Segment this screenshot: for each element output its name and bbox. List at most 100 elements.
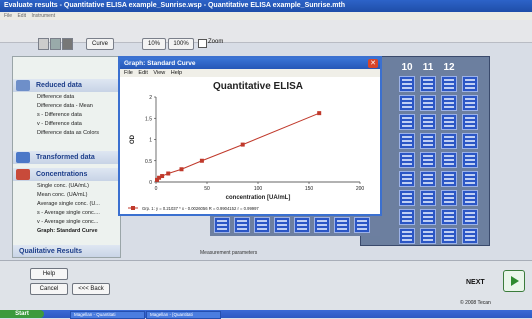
y-tick-label: 2 <box>149 95 152 101</box>
plate-well[interactable] <box>399 171 415 187</box>
start-button[interactable]: Start <box>0 310 44 318</box>
nav-item-single-conc[interactable]: Single conc. (UA/mL) <box>37 183 89 189</box>
plate-well[interactable] <box>354 217 370 233</box>
measurement-parameters-label: Measurement parameters <box>200 250 258 256</box>
window-title: Evaluate results - Quantitative ELISA ex… <box>4 2 346 9</box>
plate-well[interactable] <box>462 171 478 187</box>
menu-edit[interactable]: Edit <box>17 13 26 19</box>
toolbar-square-3[interactable] <box>62 38 73 50</box>
qualitative-results-label: Qualitative Results <box>19 248 83 255</box>
plate-well[interactable] <box>314 217 330 233</box>
concentrations-header[interactable]: Concentrations <box>13 168 120 181</box>
graph-menu-file[interactable]: File <box>124 70 133 76</box>
next-button[interactable] <box>503 270 525 292</box>
plate-well[interactable] <box>294 217 310 233</box>
plate-well[interactable] <box>334 217 350 233</box>
plate-well[interactable] <box>441 95 457 111</box>
back-button[interactable]: <<< Back <box>72 283 110 295</box>
plate-well[interactable] <box>399 152 415 168</box>
nav-item-difference-mean[interactable]: Difference data - Mean <box>37 103 93 109</box>
plate-well[interactable] <box>462 114 478 130</box>
plate-well[interactable] <box>399 95 415 111</box>
close-icon[interactable]: ✕ <box>368 59 378 68</box>
plate-well[interactable] <box>420 95 436 111</box>
play-arrow-icon <box>511 276 519 286</box>
menu-file[interactable]: File <box>4 13 12 19</box>
cancel-button[interactable]: Cancel <box>30 283 68 295</box>
zoom-checkbox[interactable] <box>198 39 207 48</box>
plate-well[interactable] <box>441 114 457 130</box>
menu-instrument[interactable]: Instrument <box>31 13 55 19</box>
y-tick-label: 1 <box>149 138 152 144</box>
next-label: NEXT <box>466 279 485 286</box>
plate-well[interactable] <box>399 209 415 225</box>
toolbar-square-1[interactable] <box>38 38 49 50</box>
plate-well[interactable] <box>234 217 250 233</box>
plate-well[interactable] <box>420 114 436 130</box>
plate-well[interactable] <box>420 228 436 244</box>
x-tick-label: 0 <box>155 186 158 192</box>
graph-menu-bar: File Edit View Help <box>120 69 380 77</box>
zoom-10-button[interactable]: 10% <box>142 38 166 50</box>
plate-well[interactable] <box>462 133 478 149</box>
plate-well[interactable] <box>399 190 415 206</box>
plate-well[interactable] <box>420 76 436 92</box>
y-tick-label: 0 <box>149 180 152 186</box>
plate-well[interactable] <box>420 209 436 225</box>
plate-well[interactable] <box>399 76 415 92</box>
plate-well[interactable] <box>441 171 457 187</box>
plate-well[interactable] <box>420 171 436 187</box>
nav-item-v-average[interactable]: v - Average single conc... <box>37 219 98 225</box>
plate-well[interactable] <box>462 190 478 206</box>
plate-well[interactable] <box>441 209 457 225</box>
toolbar-square-2[interactable] <box>50 38 61 50</box>
plate-well[interactable] <box>420 152 436 168</box>
nav-item-average-single-conc[interactable]: Average single conc. (U... <box>37 201 100 207</box>
nav-item-mean-conc[interactable]: Mean conc. (UA/mL) <box>37 192 87 198</box>
nav-item-s-difference[interactable]: s - Difference data <box>37 112 82 118</box>
plate-well[interactable] <box>441 133 457 149</box>
plate-well[interactable] <box>462 209 478 225</box>
zoom-100-button[interactable]: 100% <box>168 38 194 50</box>
plate-well[interactable] <box>420 133 436 149</box>
reduced-data-header[interactable]: Reduced data <box>13 79 120 92</box>
plate-well[interactable] <box>274 217 290 233</box>
plate-well[interactable] <box>441 76 457 92</box>
plate-well[interactable] <box>462 76 478 92</box>
plate-well[interactable] <box>441 228 457 244</box>
plate-well[interactable] <box>420 190 436 206</box>
copyright-text: © 2008 Tecan <box>460 300 491 306</box>
nav-item-v-difference[interactable]: v - Difference data <box>37 121 82 127</box>
graph-menu-help[interactable]: Help <box>171 70 182 76</box>
plate-well[interactable] <box>462 95 478 111</box>
y-axis-label: OD <box>130 134 136 144</box>
plate-well[interactable] <box>399 228 415 244</box>
plate-well[interactable] <box>441 152 457 168</box>
toolbar: Curve 10% 100% Zoom <box>0 20 532 50</box>
reduced-data-label: Reduced data <box>36 82 82 89</box>
data-point <box>160 174 165 179</box>
nav-item-difference-colors[interactable]: Difference data as Colors <box>37 130 99 136</box>
help-button[interactable]: Help <box>30 268 68 280</box>
nav-item-graph-standard-curve[interactable]: Graph: Standard Curve <box>37 228 98 234</box>
curve-button[interactable]: Curve <box>86 38 114 50</box>
graph-menu-edit[interactable]: Edit <box>138 70 147 76</box>
plate-well[interactable] <box>441 190 457 206</box>
graph-window-title-bar: Graph: Standard Curve <box>120 58 380 69</box>
nav-item-difference-data[interactable]: Difference data <box>37 94 74 100</box>
plate-well[interactable] <box>214 217 230 233</box>
qualitative-results-header[interactable]: Qualitative Results <box>13 245 120 257</box>
plate-well[interactable] <box>399 133 415 149</box>
plate-well[interactable] <box>462 228 478 244</box>
reduced-data-icon <box>16 80 30 91</box>
data-point <box>317 111 322 116</box>
plate-well[interactable] <box>254 217 270 233</box>
plate-well[interactable] <box>399 114 415 130</box>
nav-item-s-average[interactable]: s - Average single conc.... <box>37 210 100 216</box>
plate-well[interactable] <box>462 152 478 168</box>
graph-window-title: Graph: Standard Curve <box>124 60 196 67</box>
plate-bottom-row <box>210 214 380 236</box>
x-axis-label: concentration [UA/mL] <box>226 195 291 201</box>
graph-menu-view[interactable]: View <box>153 70 165 76</box>
transformed-data-header[interactable]: Transformed data <box>13 151 120 164</box>
